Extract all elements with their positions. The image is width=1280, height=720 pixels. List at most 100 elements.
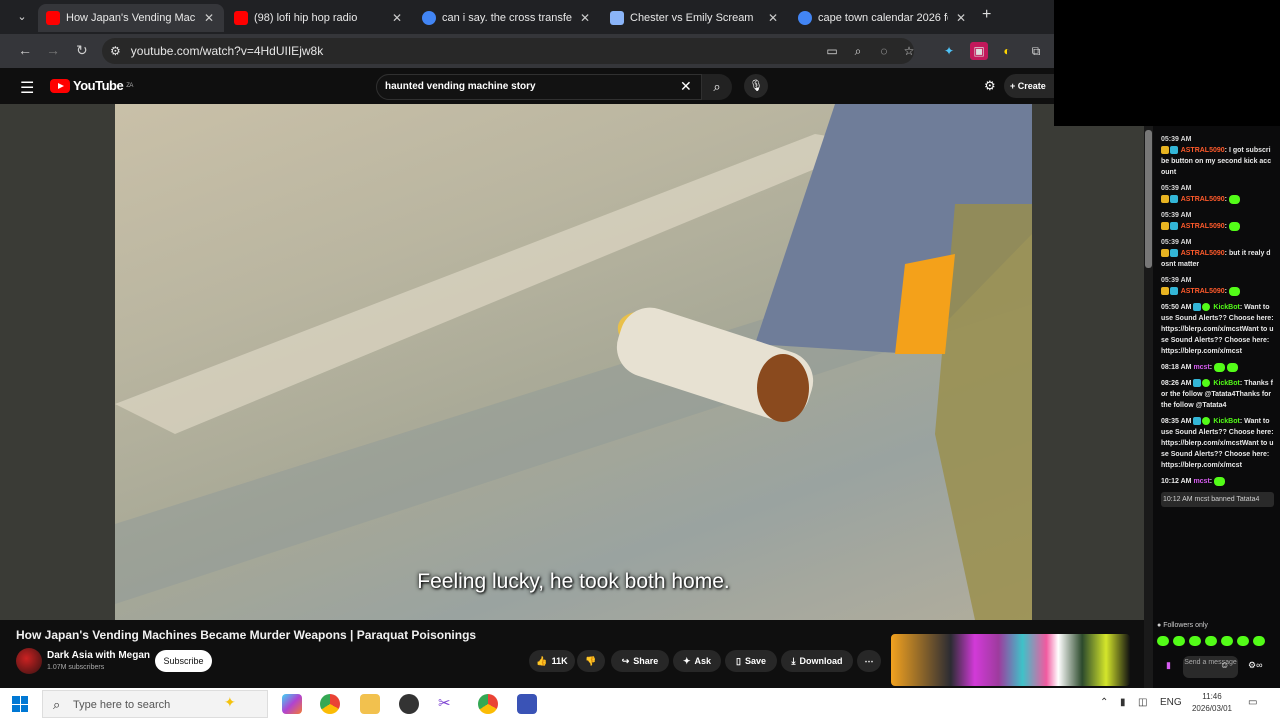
teams-app-icon[interactable] <box>517 694 537 714</box>
chat-message: 05:39 AM ASTRAL5090: but it realy dosnt … <box>1161 237 1274 270</box>
chat-message: 08:35 AM KickBot: Want to use Sound Aler… <box>1161 417 1274 469</box>
emote-icon[interactable] <box>1253 636 1265 646</box>
chat-username[interactable]: KickBot <box>1213 418 1239 425</box>
reload-icon[interactable]: ↻ <box>76 42 88 59</box>
ask-button[interactable]: ✦ Ask <box>673 650 721 672</box>
kick-badge-icon <box>1202 379 1211 388</box>
obs-app-icon[interactable] <box>399 694 419 714</box>
chat-username[interactable]: mcst <box>1193 364 1209 371</box>
download-button[interactable]: ⤓ Download <box>781 650 853 672</box>
extension-icon[interactable]: ◐ <box>998 42 1016 60</box>
extension-icon[interactable]: ▣ <box>970 42 988 60</box>
close-tab-icon[interactable]: ✕ <box>954 11 968 25</box>
close-tab-icon[interactable]: ✕ <box>202 11 216 25</box>
site-info-icon[interactable]: ⚙ <box>110 44 121 58</box>
search-input[interactable]: haunted vending machine story <box>376 74 702 100</box>
youtube-logo[interactable]: YouTube ZA <box>50 78 133 93</box>
bookmark-star-icon[interactable]: ☆ <box>900 42 918 60</box>
tab-search-button[interactable]: ⌄ <box>10 6 34 28</box>
dislike-button[interactable]: 👎 <box>577 650 605 672</box>
copilot-app-icon[interactable] <box>282 694 302 714</box>
clear-search-icon[interactable]: ✕ <box>680 78 692 95</box>
close-tab-icon[interactable]: ✕ <box>390 11 404 25</box>
video-frame[interactable] <box>115 104 1032 620</box>
emote-icon[interactable] <box>1157 636 1169 646</box>
eye-off-icon[interactable]: ◌ <box>875 42 893 60</box>
chat-username[interactable]: ASTRAL5090 <box>1181 288 1225 295</box>
tab-3[interactable]: Chester vs Emily Scream ✕ <box>602 4 788 32</box>
chat-username[interactable]: mcst <box>1193 478 1209 485</box>
create-button[interactable]: + Create <box>1004 74 1054 98</box>
recommended-video-thumbnail[interactable] <box>891 634 1130 686</box>
create-label: Create <box>1017 81 1046 91</box>
chat-username[interactable]: ASTRAL5090 <box>1181 250 1225 257</box>
url-text: youtube.com/watch?v=4HdUIIEjw8k <box>130 44 324 58</box>
voice-search-button[interactable]: 🎙 <box>744 74 768 98</box>
file-explorer-app-icon[interactable] <box>360 694 380 714</box>
sparkle-icon: ✦ <box>682 655 691 666</box>
channel-avatar[interactable] <box>16 648 42 674</box>
emote-icon[interactable] <box>1173 636 1185 646</box>
emote-icon[interactable] <box>1221 636 1233 646</box>
settings-gear-icon[interactable]: ⚙ <box>984 78 996 94</box>
snipping-tool-app-icon[interactable]: ✂ <box>438 694 458 714</box>
chat-username[interactable]: KickBot <box>1213 380 1239 387</box>
close-tab-icon[interactable]: ✕ <box>578 11 592 25</box>
mic-icon: 🎙 <box>749 80 763 92</box>
emote-icon[interactable] <box>1189 636 1201 646</box>
bookmark-icon: ▯ <box>736 655 741 666</box>
clock-time: 11:46 <box>1202 692 1222 701</box>
channel-name[interactable]: Dark Asia with Megan <box>47 650 150 661</box>
bottle-cap <box>757 354 809 422</box>
emoji-icon[interactable]: ☺ <box>1220 660 1229 670</box>
user-badge-icon[interactable]: ▮ <box>1166 660 1171 671</box>
cast-icon[interactable]: ▭ <box>823 42 841 60</box>
chat-username[interactable]: ASTRAL5090 <box>1181 196 1225 203</box>
emote-icon[interactable] <box>1237 636 1249 646</box>
chrome-app-icon[interactable] <box>320 694 340 714</box>
message-text: Want to use Sound Alerts?? Choose here: … <box>1161 304 1274 355</box>
close-tab-icon[interactable]: ✕ <box>766 11 780 25</box>
sub-badge-icon <box>1170 222 1178 231</box>
notification-icon[interactable]: ▭ <box>1248 697 1257 708</box>
extension-icon[interactable]: ✦ <box>940 42 958 60</box>
message-time: 10:12 AM <box>1161 478 1192 485</box>
address-bar[interactable]: ⚙ youtube.com/watch?v=4HdUIIEjw8k <box>102 38 914 64</box>
tab-4[interactable]: cape town calendar 2026 febr ✕ <box>790 4 976 32</box>
zoom-icon[interactable]: ⌕ <box>849 42 867 60</box>
chat-username[interactable]: ASTRAL5090 <box>1181 147 1225 154</box>
windows-start-icon[interactable] <box>12 696 28 712</box>
more-actions-button[interactable]: ⋯ <box>857 650 881 672</box>
chat-scrollbar[interactable] <box>1145 130 1152 268</box>
sub-badge-icon <box>1170 249 1178 258</box>
subscribe-button[interactable]: Subscribe <box>155 650 212 672</box>
tab-0[interactable]: How Japan's Vending Mach ✕ <box>38 4 224 32</box>
language-indicator[interactable]: ENG <box>1160 697 1182 708</box>
chrome-active-app-icon[interactable] <box>478 694 498 714</box>
emote-icon[interactable] <box>1205 636 1217 646</box>
search-button[interactable]: ⌕ <box>702 74 732 100</box>
tab-1[interactable]: (98) lofi hip hop radio ✕ <box>226 4 412 32</box>
crown-badge-icon <box>1161 249 1169 258</box>
settings-icon[interactable]: ⚙∞ <box>1248 660 1262 671</box>
chat-username[interactable]: ASTRAL5090 <box>1181 223 1225 230</box>
chat-message: 08:26 AM KickBot: Thanks for the follow … <box>1161 379 1273 409</box>
new-tab-icon[interactable]: + <box>982 6 991 24</box>
page-favicon-icon <box>610 11 624 25</box>
network-tray-icon[interactable]: ◫ <box>1138 697 1147 708</box>
extensions-puzzle-icon[interactable]: ⧉ <box>1027 42 1045 60</box>
crown-badge-icon <box>1161 287 1169 296</box>
chat-input[interactable]: Send a message <box>1183 656 1238 678</box>
save-button[interactable]: ▯ Save <box>725 650 777 672</box>
menu-icon[interactable]: ☰ <box>20 78 34 98</box>
tab-2[interactable]: can i say. the cross transferenc ✕ <box>414 4 600 32</box>
forward-icon[interactable]: → <box>46 42 60 58</box>
like-button[interactable]: 👍 11K <box>529 650 575 672</box>
share-button[interactable]: ↪ Share <box>611 650 669 672</box>
emote-icon <box>1214 476 1226 486</box>
back-icon[interactable]: ← <box>18 42 32 58</box>
chat-username[interactable]: KickBot <box>1213 304 1239 311</box>
system-clock[interactable]: 11:46 2026/03/01 <box>1190 691 1234 715</box>
microphone-tray-icon[interactable]: ▮ <box>1120 697 1126 708</box>
tray-chevron-icon[interactable]: ⌃ <box>1100 697 1108 708</box>
